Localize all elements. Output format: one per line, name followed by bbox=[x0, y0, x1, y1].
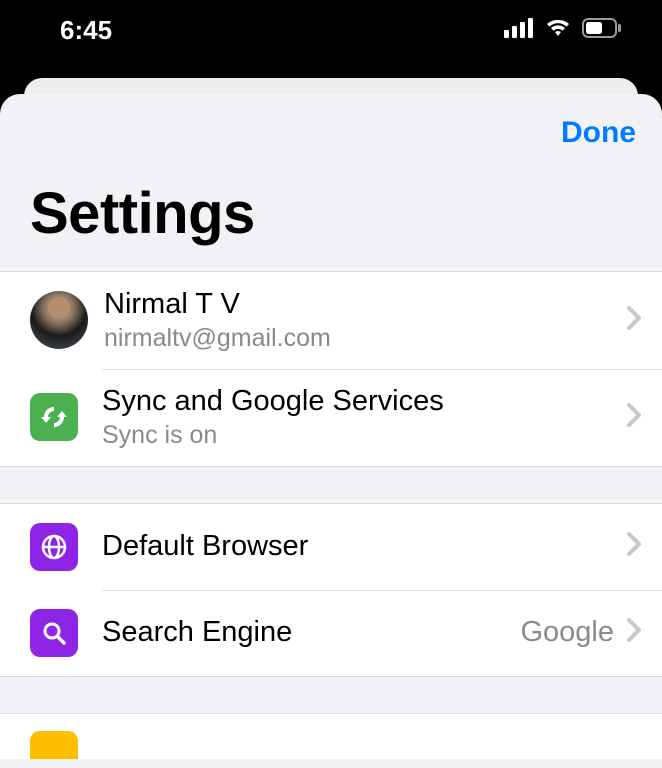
chevron-right-icon bbox=[626, 531, 642, 562]
page-title: Settings bbox=[0, 150, 662, 271]
account-name: Nirmal T V bbox=[104, 286, 626, 322]
sync-subtitle: Sync is on bbox=[102, 419, 626, 452]
search-engine-label: Search Engine bbox=[102, 614, 520, 650]
status-bar: 6:45 bbox=[0, 0, 662, 60]
default-browser-row[interactable]: Default Browser bbox=[0, 504, 662, 590]
chevron-right-icon bbox=[626, 305, 642, 336]
account-email: nirmaltv@gmail.com bbox=[104, 322, 626, 355]
account-row[interactable]: Nirmal T V nirmaltv@gmail.com bbox=[0, 272, 662, 369]
default-browser-label: Default Browser bbox=[102, 528, 626, 564]
chevron-right-icon bbox=[626, 402, 642, 433]
search-icon bbox=[30, 609, 78, 657]
next-group-partial bbox=[0, 713, 662, 759]
search-engine-value: Google bbox=[520, 616, 614, 649]
sync-title: Sync and Google Services bbox=[102, 383, 626, 419]
sync-row[interactable]: Sync and Google Services Sync is on bbox=[0, 369, 662, 466]
account-group: Nirmal T V nirmaltv@gmail.com Sync and G… bbox=[0, 271, 662, 467]
partial-icon bbox=[30, 731, 78, 759]
sync-icon bbox=[30, 393, 78, 441]
status-time: 6:45 bbox=[60, 15, 112, 46]
sheet-header: Done bbox=[0, 94, 662, 150]
browser-group: Default Browser Search Engine Google bbox=[0, 503, 662, 677]
battery-icon bbox=[582, 18, 622, 43]
settings-sheet: Done Settings Nirmal T V nirmaltv@gmail.… bbox=[0, 94, 662, 768]
cellular-icon bbox=[504, 18, 534, 43]
avatar bbox=[30, 291, 88, 349]
wifi-icon bbox=[544, 18, 572, 43]
done-button[interactable]: Done bbox=[561, 116, 636, 150]
search-engine-row[interactable]: Search Engine Google bbox=[0, 590, 662, 676]
status-icons bbox=[504, 18, 622, 43]
chevron-right-icon bbox=[626, 617, 642, 648]
globe-icon bbox=[30, 523, 78, 571]
